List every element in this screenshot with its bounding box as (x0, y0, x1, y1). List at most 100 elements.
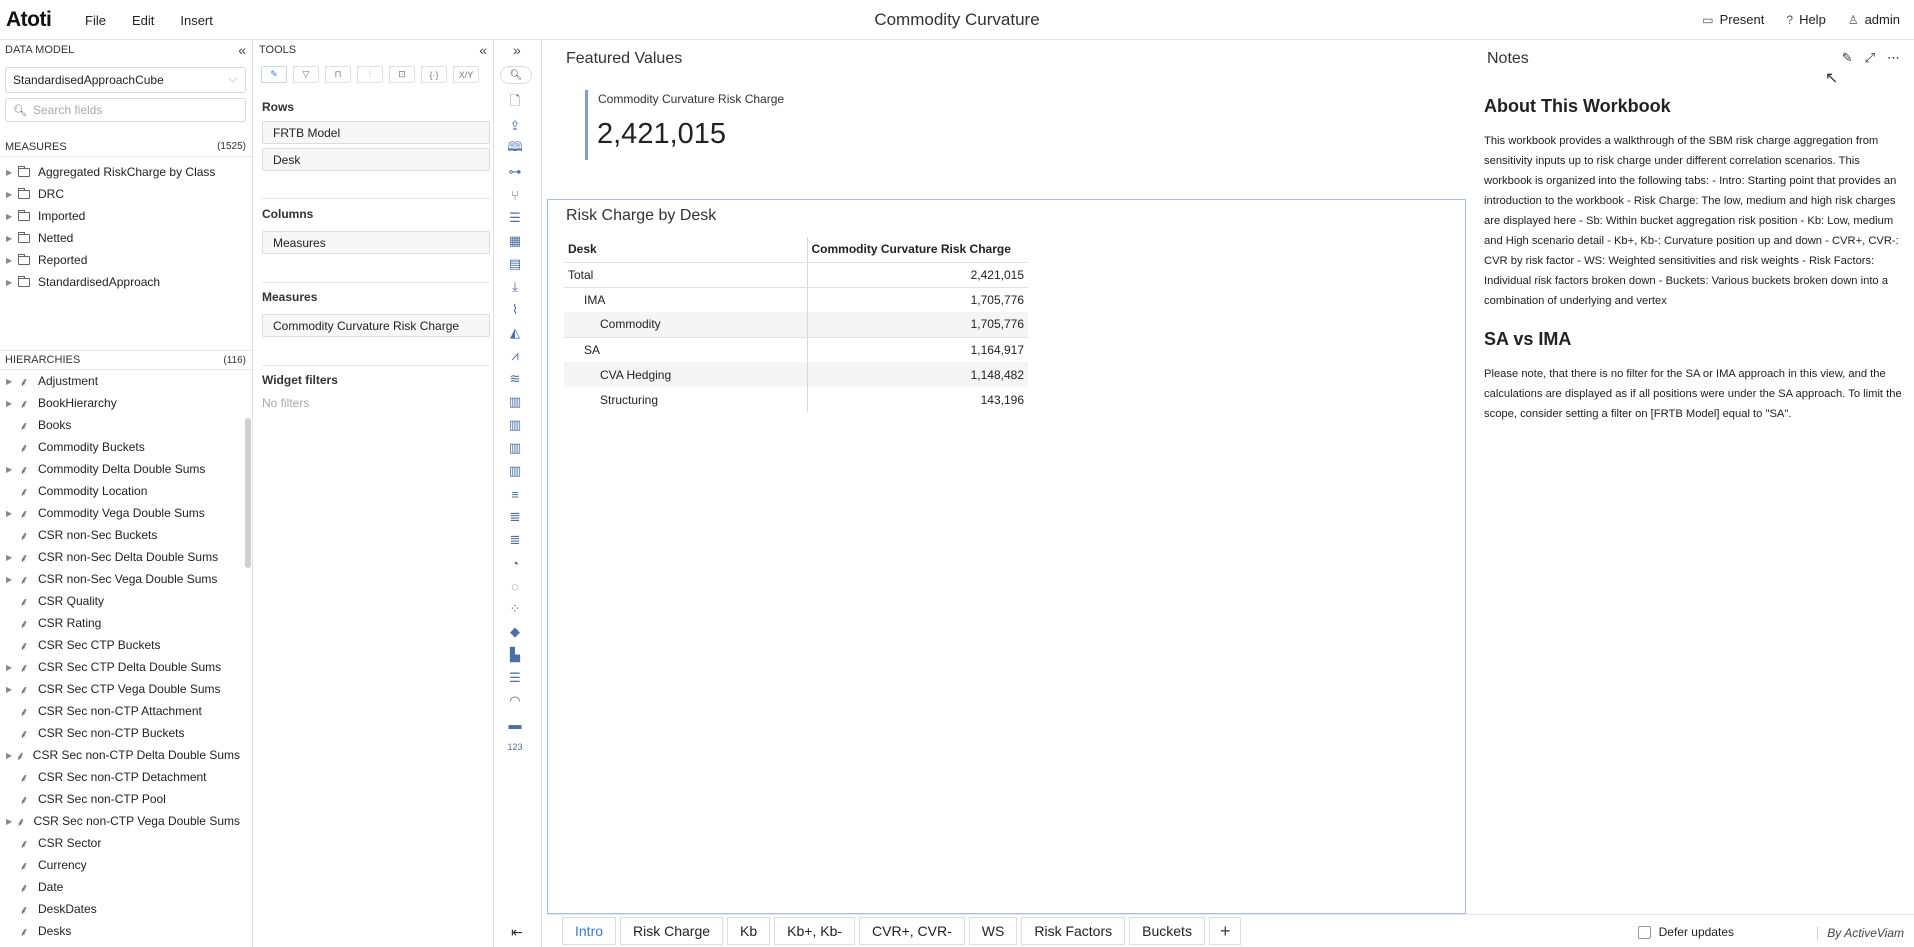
tree-icon[interactable]: ⊶ (505, 164, 525, 180)
defer-updates-toggle[interactable]: Defer updates (1637, 925, 1734, 939)
value-cell[interactable]: 143,196 (807, 387, 1028, 412)
kpi-icon[interactable]: ▬ (505, 716, 525, 732)
table-row[interactable]: Total 2,421,015 (564, 262, 1028, 287)
clustered-column-icon[interactable]: ▥ (505, 417, 525, 433)
page-tab[interactable]: CVR+, CVR- (859, 917, 965, 945)
value-cell[interactable]: 1,705,776 (807, 286, 1028, 312)
hierarchy-item[interactable]: ▶ ⸙ CSR Sec non-CTP Vega Double Sums (0, 810, 240, 832)
xy-icon[interactable]: X/Y (453, 66, 479, 83)
scatter-chart-icon[interactable]: ⁘ (505, 601, 525, 617)
row-header-cell[interactable]: SA (564, 336, 808, 362)
row-header-cell[interactable]: Structuring (564, 387, 808, 412)
donut-chart-icon[interactable]: ◌ (505, 578, 525, 594)
table-row[interactable]: Structuring 143,196 (564, 387, 1028, 412)
search-fields-input[interactable] (32, 103, 233, 117)
upload-icon[interactable]: ⇪ (505, 118, 525, 134)
table-row[interactable]: CVA Hedging 1,148,482 (564, 362, 1028, 387)
maximize-icon[interactable]: ⤢ (1865, 50, 1875, 66)
table-list-icon[interactable]: ☰ (505, 210, 525, 226)
measures-section-header[interactable]: MEASURES (1525) (0, 137, 252, 157)
hierarchy-item[interactable]: ▶ ⸙ BookHierarchy (0, 392, 240, 414)
braces-icon[interactable]: {·} (421, 66, 447, 83)
page-tab[interactable]: Kb+, Kb- (774, 917, 856, 945)
value-cell[interactable]: 2,421,015 (807, 262, 1028, 287)
sliders-icon[interactable]: ⫶ (357, 66, 383, 83)
pencil-icon[interactable]: ✎ (261, 66, 287, 83)
menu-insert[interactable]: Insert (180, 13, 213, 28)
hierarchy-item[interactable]: ▶ ⸙ Commodity Vega Double Sums (0, 502, 240, 524)
expand-caret-icon[interactable]: ▶ (0, 256, 16, 265)
value-cell[interactable]: 1,148,482 (807, 362, 1028, 387)
hierarchy-item[interactable]: ⸙ CSR Sec non-CTP Detachment (0, 766, 240, 788)
featured-values-widget[interactable]: Featured Values Commodity Curvature Risk… (548, 40, 1466, 198)
hierarchy-item[interactable]: ▶ ⸙ CSR Sec CTP Vega Double Sums (0, 678, 240, 700)
measure-folder[interactable]: ▶ Netted (0, 227, 240, 249)
value-cell[interactable]: 1,705,776 (807, 312, 1028, 337)
table-row[interactable]: IMA 1,705,776 (564, 286, 1028, 312)
collapse-left-icon[interactable]: « (238, 42, 246, 58)
collapse-bottom-icon[interactable]: ⇤ (511, 924, 523, 941)
line-chart-icon[interactable]: ⌇ (505, 302, 525, 318)
bar-chart-icon[interactable]: ≡ (505, 486, 525, 502)
hierarchy-item[interactable]: ⸙ Currency (0, 854, 240, 876)
expand-caret-icon[interactable]: ▶ (0, 685, 16, 694)
expand-strip-icon[interactable]: » (513, 42, 521, 58)
book-icon[interactable]: 🕮 (505, 139, 525, 157)
hierarchies-scrollbar[interactable] (245, 418, 251, 568)
hierarchy-item[interactable]: ⸙ CSR Sec non-CTP Buckets (0, 722, 240, 744)
waterfall-icon[interactable]: ▙ (505, 647, 525, 663)
expand-caret-icon[interactable]: ▶ (0, 278, 16, 287)
hierarchy-item[interactable]: ⸙ Commodity Buckets (0, 436, 240, 458)
column-chart-icon[interactable]: ▥ (505, 394, 525, 410)
formula-icon[interactable]: ⊡ (389, 66, 415, 83)
new-page-icon[interactable]: 🗋 (505, 93, 525, 111)
pivot-table-icon[interactable]: ▦ (505, 233, 525, 249)
row-header-cell[interactable]: CVA Hedging (564, 362, 808, 387)
hierarchy-item[interactable]: ⸙ Desks (0, 920, 240, 942)
area-chart-icon[interactable]: ◭ (505, 325, 525, 341)
rows-field-frtb-model[interactable]: FRTB Model (262, 121, 490, 144)
hierarchy-item[interactable]: ▶ ⸙ CSR non-Sec Vega Double Sums (0, 568, 240, 590)
stacked-line-icon[interactable]: ⩘ (505, 348, 525, 364)
combo-chart-icon[interactable]: ▥ (505, 463, 525, 479)
hierarchy-item[interactable]: ▶ ⸙ Commodity Delta Double Sums (0, 458, 240, 480)
table-row[interactable]: SA 1,164,917 (564, 336, 1028, 362)
hierarchy-item[interactable]: ⸙ Commodity Location (0, 480, 240, 502)
hierarchy-item[interactable]: ⸙ CSR Sec non-CTP Pool (0, 788, 240, 810)
expand-caret-icon[interactable]: ▶ (0, 399, 16, 408)
hierarchy-item[interactable]: ⸙ CSR Rating (0, 612, 240, 634)
present-button[interactable]: ▭ Present (1702, 12, 1764, 27)
measure-folder[interactable]: ▶ DRC (0, 183, 240, 205)
expand-caret-icon[interactable]: ▶ (0, 377, 16, 386)
hierarchy-item[interactable]: ⸙ CSR Sec non-CTP Attachment (0, 700, 240, 722)
hierarchy-item[interactable]: ⸙ Date (0, 876, 240, 898)
menu-file[interactable]: File (85, 13, 106, 28)
cube-selector[interactable]: StandardisedApproachCube ⌵ (5, 67, 246, 93)
pie-chart-icon[interactable]: ◔ (505, 555, 525, 571)
drill-icon[interactable]: ⤓ (505, 279, 525, 295)
page-tab[interactable]: Kb (727, 917, 771, 945)
page-tab[interactable]: WS (968, 917, 1018, 945)
dashboard-title[interactable]: Commodity Curvature (0, 10, 1914, 30)
row-header-cell[interactable]: IMA (564, 286, 808, 312)
table-row[interactable]: Commodity 1,705,776 (564, 312, 1028, 337)
expand-caret-icon[interactable]: ▶ (0, 751, 14, 760)
page-tab[interactable]: Risk Factors (1021, 917, 1126, 945)
number-icon[interactable]: 123 (505, 739, 525, 755)
pivot-table[interactable]: Desk Commodity Curvature Risk Charge Tot… (564, 237, 1028, 412)
more-options-icon[interactable]: ⋯ (1887, 50, 1900, 66)
measure-field-commodity-curvature[interactable]: Commodity Curvature Risk Charge (262, 314, 490, 337)
hierarchy-item[interactable]: ▶ ⸙ CSR Sec CTP Delta Double Sums (0, 656, 240, 678)
atoti-logo[interactable]: Atoti (6, 8, 52, 32)
multi-line-icon[interactable]: ≋ (505, 371, 525, 387)
rows-field-desk[interactable]: Desk (262, 148, 490, 171)
page-tab[interactable]: Buckets (1129, 917, 1205, 945)
table-grid-icon[interactable]: ▤ (505, 256, 525, 272)
expand-caret-icon[interactable]: ▶ (0, 509, 16, 518)
expand-caret-icon[interactable]: ▶ (0, 212, 16, 221)
expand-caret-icon[interactable]: ▶ (0, 190, 16, 199)
treemap-icon[interactable]: ◆ (505, 624, 525, 640)
row-header-cell[interactable]: Commodity (564, 312, 808, 337)
filter-icon[interactable]: ▽ (293, 66, 319, 83)
column-header-desk[interactable]: Desk (564, 237, 808, 263)
